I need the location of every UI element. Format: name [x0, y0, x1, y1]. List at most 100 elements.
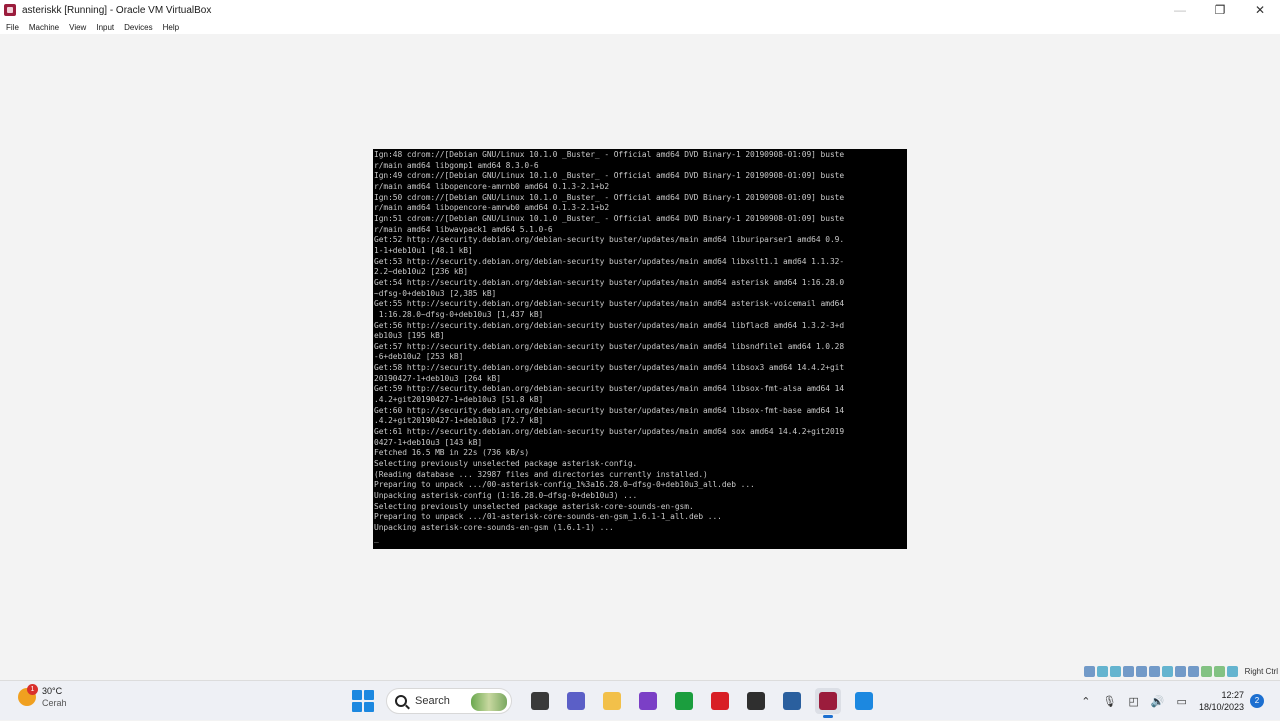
window-title: asteriskk [Running] - Oracle VM VirtualB… [22, 4, 212, 16]
optical-drive-icon[interactable] [1097, 666, 1108, 677]
xbox-icon [675, 692, 693, 710]
shared-folder-icon[interactable] [1149, 666, 1160, 677]
menu-bar: File Machine View Input Devices Help [0, 20, 1280, 34]
cpu-icon[interactable] [1188, 666, 1199, 677]
menu-machine[interactable]: Machine [29, 23, 59, 32]
weather-temperature: 30°C [42, 686, 63, 696]
clock-time: 12:27 [1221, 690, 1244, 700]
taskbar-app-file-explorer[interactable] [527, 688, 553, 714]
taskbar-app-netflix[interactable] [707, 688, 733, 714]
menu-file[interactable]: File [6, 23, 19, 32]
window-controls: — ❐ ✕ [1160, 0, 1280, 20]
taskbar-app-teams[interactable] [563, 688, 589, 714]
console-line: -6+deb10u2 [253 kB] [374, 352, 464, 362]
taskbar-app-app-store[interactable] [851, 688, 877, 714]
console-line: Get:53 http://security.debian.org/debian… [374, 256, 845, 266]
file-explorer-icon [531, 692, 549, 710]
menu-devices[interactable]: Devices [124, 23, 152, 32]
console-line: 2.2~deb10u2 [236 kB] [374, 267, 469, 277]
taskbar-app-instagram[interactable] [635, 688, 661, 714]
console-line: 20190427-1+deb10u3 [264 kB] [374, 373, 501, 383]
console-line: Ign:51 cdrom://[Debian GNU/Linux 10.1.0 … [374, 213, 845, 223]
console-line: r/main amd64 libwavpack1 amd64 5.1.0-6 [374, 224, 553, 234]
app-store-icon [855, 692, 873, 710]
volume-icon[interactable]: 🔊 [1151, 695, 1165, 708]
close-button[interactable]: ✕ [1240, 0, 1280, 20]
console-line: Get:59 http://security.debian.org/debian… [374, 384, 845, 394]
weather-notification-badge: 1 [27, 684, 38, 695]
taskbar-app-chrome[interactable] [743, 688, 769, 714]
console-line: Ign:48 cdrom://[Debian GNU/Linux 10.1.0 … [374, 150, 845, 159]
taskbar-clock[interactable]: 12:27 18/10/2023 [1199, 689, 1244, 713]
console-line: Get:58 http://security.debian.org/debian… [374, 363, 845, 373]
battery-icon[interactable]: ▭ [1177, 695, 1187, 708]
virtualbox-manager-icon [783, 692, 801, 710]
taskbar-app-xbox[interactable] [671, 688, 697, 714]
console-line: eb10u3 [195 kB] [374, 331, 445, 341]
console-line: Ign:50 cdrom://[Debian GNU/Linux 10.1.0 … [374, 192, 845, 202]
console-line: Get:60 http://security.debian.org/debian… [374, 405, 845, 415]
teams-icon [567, 692, 585, 710]
taskbar-app-folder[interactable] [599, 688, 625, 714]
taskbar-apps: Search [352, 688, 882, 718]
menu-input[interactable]: Input [96, 23, 114, 32]
console-line: Get:57 http://security.debian.org/debian… [374, 341, 845, 351]
recording-icon[interactable] [1175, 666, 1186, 677]
console-line: Preparing to unpack .../01-asterisk-core… [374, 512, 722, 522]
keyboard-capture-icon[interactable] [1214, 666, 1225, 677]
console-line: Selecting previously unselected package … [374, 501, 694, 511]
console-line: _ [374, 533, 379, 543]
console-line: Get:56 http://security.debian.org/debian… [374, 320, 845, 330]
console-line: (Reading database ... 32987 files and di… [374, 469, 708, 479]
console-line: 0427-1+deb10u3 [143 kB] [374, 437, 483, 447]
network-icon[interactable] [1123, 666, 1134, 677]
vm-device-icons [1084, 666, 1238, 677]
console-line: r/main amd64 libgomp1 amd64 8.3.0-6 [374, 160, 539, 170]
taskbar-app-virtualbox-vm[interactable] [815, 688, 841, 718]
console-line: .4.2+git20190427-1+deb10u3 [72.7 kB] [374, 416, 544, 426]
taskbar-app-virtualbox-manager[interactable] [779, 688, 805, 714]
microphone-icon[interactable]: 🎙 [1102, 695, 1116, 708]
window-titlebar: asteriskk [Running] - Oracle VM VirtualB… [0, 0, 1280, 20]
chrome-icon [747, 692, 765, 710]
vm-settings-icon[interactable] [1227, 666, 1238, 677]
console-line: Preparing to unpack .../00-asterisk-conf… [374, 480, 755, 490]
mouse-integration-icon[interactable] [1201, 666, 1212, 677]
console-line: ~dfsg-0+deb10u3 [2,385 kB] [374, 288, 497, 298]
vm-console-screen[interactable]: Ign:48 cdrom://[Debian GNU/Linux 10.1.0 … [373, 149, 907, 549]
minimize-button[interactable]: — [1160, 0, 1200, 20]
virtualbox-app-icon [4, 4, 16, 16]
console-line: Unpacking asterisk-config (1:16.28.0~dfs… [374, 491, 638, 500]
display-icon[interactable] [1162, 666, 1173, 677]
notification-badge[interactable]: 2 [1250, 694, 1264, 708]
console-line: Selecting previously unselected package … [374, 459, 638, 469]
folder-icon [603, 692, 621, 710]
console-line: Unpacking asterisk-core-sounds-en-gsm (1… [374, 522, 614, 532]
netflix-icon [711, 692, 729, 710]
wifi-icon[interactable]: ◰ [1128, 695, 1138, 708]
console-line: Get:54 http://security.debian.org/debian… [374, 277, 845, 287]
system-tray: ⌃ 🎙 ◰ 🔊 ▭ 12:27 18/10/2023 2 [1075, 681, 1280, 721]
chevron-up-icon[interactable]: ⌃ [1081, 695, 1090, 708]
start-button[interactable] [352, 690, 374, 712]
weather-sun-icon: 1 [18, 684, 38, 706]
audio-icon[interactable] [1110, 666, 1121, 677]
taskbar-search[interactable]: Search [386, 688, 512, 714]
host-key-label: Right Ctrl [1244, 667, 1278, 676]
console-line: 1:16.28.0~dfsg-0+deb10u3 [1,437 kB] [374, 309, 544, 319]
console-line: Get:55 http://security.debian.org/debian… [374, 299, 845, 309]
usb-icon[interactable] [1136, 666, 1147, 677]
vm-status-bar: Right Ctrl [0, 663, 1280, 680]
clock-date: 18/10/2023 [1198, 702, 1244, 712]
menu-help[interactable]: Help [163, 23, 179, 32]
console-line: r/main amd64 libopencore-amrnb0 amd64 0.… [374, 181, 610, 191]
search-icon [395, 695, 407, 707]
weather-widget[interactable]: 1 30°C Cerah [18, 684, 67, 709]
restore-button[interactable]: ❐ [1200, 0, 1240, 20]
virtualbox-vm-icon [819, 692, 837, 710]
console-line: .4.2+git20190427-1+deb10u3 [51.8 kB] [374, 395, 544, 405]
instagram-icon [639, 692, 657, 710]
console-line: Ign:49 cdrom://[Debian GNU/Linux 10.1.0 … [374, 171, 845, 181]
menu-view[interactable]: View [69, 23, 86, 32]
hard-disk-icon[interactable] [1084, 666, 1095, 677]
